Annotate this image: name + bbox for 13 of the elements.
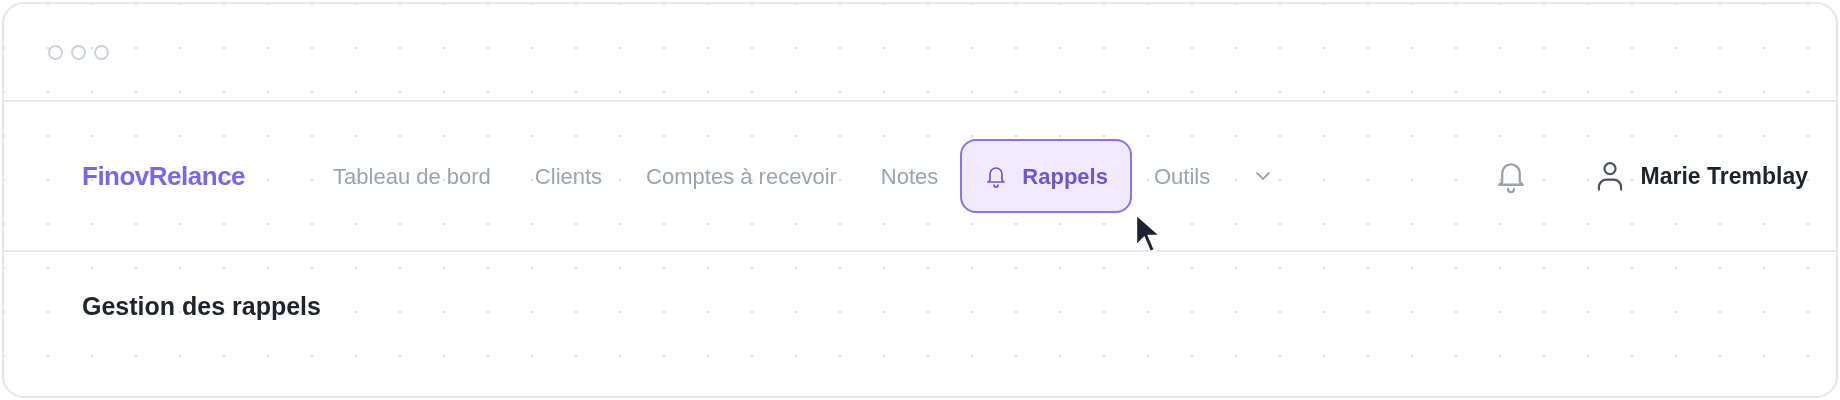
window-control-icon[interactable] [94, 44, 109, 60]
brand-logo[interactable]: FinovRelance [82, 156, 246, 196]
window-control-icon[interactable] [71, 44, 86, 60]
chevron-down-icon[interactable] [1254, 170, 1273, 182]
page-title: Gestion des rappels [81, 291, 322, 322]
nav-link[interactable]: Tableau de bord [311, 139, 513, 213]
nav-link[interactable]: Clients [512, 139, 625, 213]
window-control-icon[interactable] [48, 44, 63, 60]
nav-link[interactable]: Rappels [960, 139, 1132, 213]
nav-link[interactable]: Outils [1131, 139, 1233, 213]
nav-link[interactable]: Notes [858, 139, 961, 213]
user-name[interactable]: Marie Tremblay [1640, 158, 1808, 194]
nav-link[interactable]: Comptes à recevoir [624, 139, 859, 213]
